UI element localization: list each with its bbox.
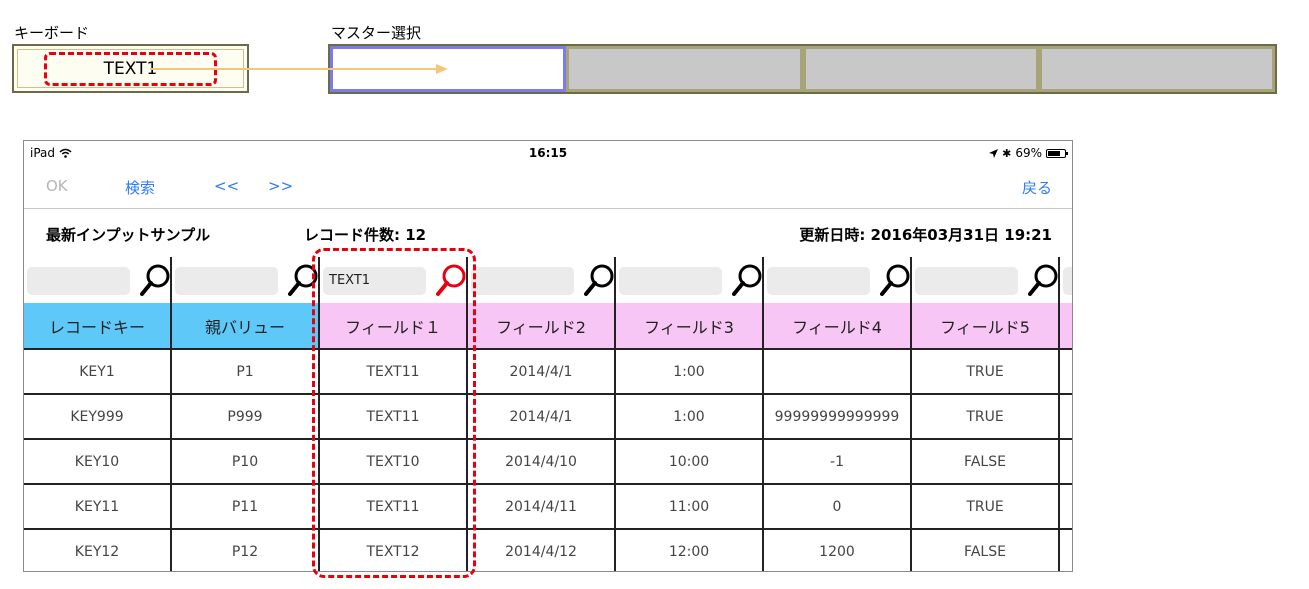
table-cell: KEY11: [24, 485, 172, 530]
search-input[interactable]: [27, 267, 130, 295]
master-select-label: マスター選択: [331, 24, 422, 42]
updated-datetime: 更新日時: 2016年03月31日 19:21: [799, 226, 1052, 244]
search-button[interactable]: 検索: [125, 177, 155, 198]
next-page-button[interactable]: >>: [268, 177, 293, 195]
search-cell: [912, 257, 1060, 303]
search-input[interactable]: [915, 267, 1018, 295]
table-cell: 99999999999999: [764, 395, 912, 440]
search-input[interactable]: [1063, 267, 1072, 295]
table-cell: P1: [172, 350, 320, 395]
master-cell: [802, 46, 1039, 92]
table-cell: KEY1: [24, 350, 172, 395]
table-cell: [1060, 530, 1072, 571]
search-row: TEXT1: [24, 257, 1072, 303]
table-cell: P10: [172, 440, 320, 485]
column-header[interactable]: フィールド2: [468, 303, 616, 350]
table-cell: 1200: [764, 530, 912, 571]
page-title: 最新インプットサンプル: [46, 226, 211, 244]
table-cell: [1060, 350, 1072, 395]
table-cell: [1060, 440, 1072, 485]
magnifier-icon[interactable]: [880, 263, 910, 297]
master-cell: [566, 46, 803, 92]
table-row[interactable]: KEY11 P11 TEXT11 2014/4/11 11:00 0 TRUE: [24, 485, 1072, 530]
table-cell: 1:00: [616, 395, 764, 440]
table-cell: [1060, 485, 1072, 530]
battery-icon: [1046, 148, 1068, 158]
magnifier-icon[interactable]: [1028, 263, 1058, 297]
search-input[interactable]: [767, 267, 870, 295]
record-count: レコード件数: 12: [304, 226, 427, 244]
search-cell: [1060, 257, 1072, 303]
table-row[interactable]: KEY999 P999 TEXT11 2014/4/1 1:00 999999999999…: [24, 395, 1072, 440]
column-header[interactable]: [1060, 303, 1072, 350]
table-row[interactable]: KEY1 P1 TEXT11 2014/4/1 1:00 TRUE: [24, 350, 1072, 395]
search-input[interactable]: [471, 267, 574, 295]
table-row[interactable]: KEY12 P12 TEXT12 2014/4/12 12:00 1200 FALSE: [24, 530, 1072, 571]
table-cell: TRUE: [912, 395, 1060, 440]
column-header[interactable]: レコードキー: [24, 303, 172, 350]
table-cell: 2014/4/10: [468, 440, 616, 485]
status-bar: iPad 16:15 ✱ 69%: [24, 141, 1072, 165]
table-cell: P999: [172, 395, 320, 440]
table-cell: 2014/4/12: [468, 530, 616, 571]
table-cell: KEY12: [24, 530, 172, 571]
table-cell: 10:00: [616, 440, 764, 485]
navigation-bar: OK 検索 << >> 戻る: [24, 165, 1072, 209]
location-icon: [989, 148, 999, 158]
table-cell: 2014/4/11: [468, 485, 616, 530]
table-cell: FALSE: [912, 440, 1060, 485]
table-cell: FALSE: [912, 530, 1060, 571]
column-header[interactable]: フィールド3: [616, 303, 764, 350]
search-cell: [172, 257, 320, 303]
highlight-column-box: [312, 248, 476, 578]
table-cell: TRUE: [912, 350, 1060, 395]
table-cell: [1060, 395, 1072, 440]
table-cell: [764, 350, 912, 395]
table-cell: -1: [764, 440, 912, 485]
column-header[interactable]: フィールド4: [764, 303, 912, 350]
search-input[interactable]: [175, 267, 278, 295]
status-time: 16:15: [528, 146, 568, 160]
prev-page-button[interactable]: <<: [214, 177, 239, 195]
bluetooth-icon: ✱: [1002, 146, 1012, 160]
search-cell: [764, 257, 912, 303]
battery-percent: 69%: [1015, 146, 1042, 160]
table-cell: 2014/4/1: [468, 395, 616, 440]
master-select-row: [328, 44, 1277, 94]
table-cell: P12: [172, 530, 320, 571]
table-row[interactable]: KEY10 P10 TEXT10 2014/4/10 10:00 -1 FALSE: [24, 440, 1072, 485]
column-header[interactable]: 親バリュー: [172, 303, 320, 350]
info-bar: 最新インプットサンプル レコード件数: 12 更新日時: 2016年03月31日…: [24, 209, 1072, 257]
search-cell: [24, 257, 172, 303]
magnifier-icon[interactable]: [732, 263, 762, 297]
ok-button[interactable]: OK: [46, 177, 68, 195]
table-cell: TRUE: [912, 485, 1060, 530]
search-input[interactable]: [619, 267, 722, 295]
magnifier-icon[interactable]: [584, 263, 614, 297]
table-cell: 0: [764, 485, 912, 530]
ipad-screen: iPad 16:15 ✱ 69% OK 検索 << >> 戻る 最新インプットサ…: [23, 140, 1073, 572]
status-right: ✱ 69%: [989, 146, 1068, 160]
table-cell: P11: [172, 485, 320, 530]
table-cell: 12:00: [616, 530, 764, 571]
search-cell: [616, 257, 764, 303]
keyboard-label: キーボード: [14, 24, 90, 42]
header-row: レコードキー 親バリュー フィールド１ フィールド2 フィールド3 フィールド4 フィールド…: [24, 303, 1072, 350]
back-button[interactable]: 戻る: [1022, 177, 1052, 198]
search-cell: [468, 257, 616, 303]
column-header[interactable]: フィールド5: [912, 303, 1060, 350]
flow-arrow: [150, 64, 448, 74]
magnifier-icon[interactable]: [140, 263, 170, 297]
master-cell: [1038, 46, 1275, 92]
table-cell: 1:00: [616, 350, 764, 395]
table-cell: KEY999: [24, 395, 172, 440]
table-cell: 2014/4/1: [468, 350, 616, 395]
table-cell: KEY10: [24, 440, 172, 485]
table-cell: 11:00: [616, 485, 764, 530]
